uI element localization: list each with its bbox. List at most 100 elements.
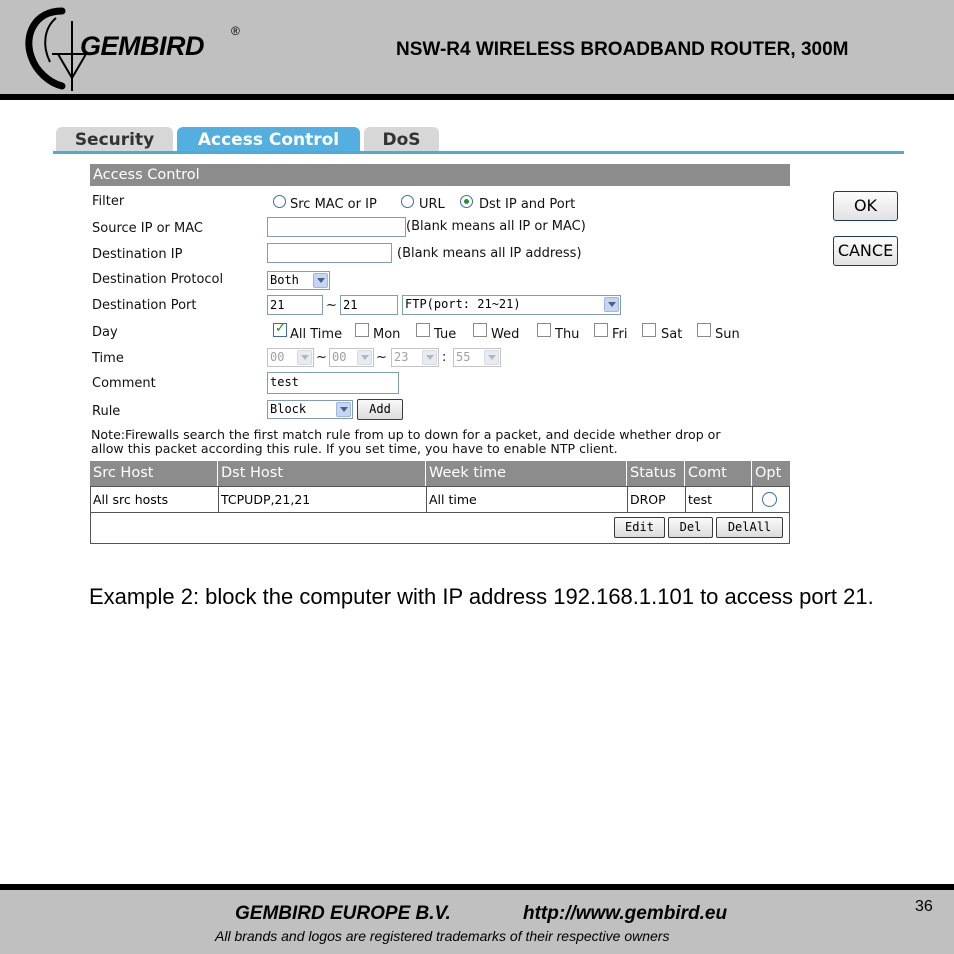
day-mon-checkbox[interactable] <box>355 323 369 337</box>
tabs-underline <box>53 151 904 154</box>
filter-dst-ip-port-label: Dst IP and Port <box>479 197 576 212</box>
table-divider <box>627 486 628 512</box>
day-sun-checkbox[interactable] <box>697 323 711 337</box>
edit-button[interactable]: Edit <box>614 517 665 538</box>
document-title: NSW-R4 WIRELESS BROADBAND ROUTER, 300M <box>396 39 849 60</box>
port-to-input[interactable]: 21 <box>340 295 398 315</box>
footer-trademark-note: All brands and logos are registered trad… <box>215 928 670 944</box>
table-cell-status: DROP <box>630 492 666 507</box>
day-tue-label: Tue <box>434 327 457 342</box>
col-dst-host: Dst Host <box>218 461 426 486</box>
row-select-radio[interactable] <box>762 492 777 507</box>
filter-url-label: URL <box>419 197 445 212</box>
table-cell-src-host: All src hosts <box>93 492 169 507</box>
day-thu-label: Thu <box>555 327 580 342</box>
time-label: Time <box>92 351 124 366</box>
day-fri-checkbox[interactable] <box>594 323 608 337</box>
dest-protocol-label: Destination Protocol <box>92 272 224 287</box>
table-cell-comment: test <box>688 492 713 507</box>
delete-all-button[interactable]: DelAll <box>716 517 783 538</box>
firewall-note-line1: Note:Firewalls search the first match ru… <box>91 427 721 442</box>
ok-button[interactable]: OK <box>833 191 898 221</box>
time-end-hour-value: 23 <box>394 350 409 364</box>
chevron-down-icon <box>604 297 619 312</box>
time-end-minute-select[interactable]: 55 <box>453 348 501 367</box>
dest-ip-hint: (Blank means all IP address) <box>397 246 582 261</box>
chevron-down-icon <box>297 350 312 365</box>
table-cell-dst-host: TCPUDP,21,21 <box>221 492 311 507</box>
tab-access-control[interactable]: Access Control <box>177 127 360 152</box>
time-end-minute-value: 55 <box>456 350 471 364</box>
chevron-down-icon <box>422 350 437 365</box>
day-label: Day <box>92 325 118 340</box>
time-start-hour-value: 00 <box>270 350 285 364</box>
day-fri-label: Fri <box>612 327 628 342</box>
port-preset-select[interactable]: FTP(port: 21~21) <box>402 295 621 315</box>
time-end-hour-select[interactable]: 23 <box>391 348 439 367</box>
filter-url-radio[interactable] <box>401 195 414 208</box>
add-button[interactable]: Add <box>357 399 403 420</box>
day-all-time-checkbox[interactable] <box>273 321 287 337</box>
comment-label: Comment <box>92 376 156 391</box>
source-ip-mac-input[interactable] <box>267 217 406 237</box>
day-wed-checkbox[interactable] <box>473 323 487 337</box>
col-status: Status <box>627 461 685 486</box>
rule-label: Rule <box>92 404 121 419</box>
time-separator: ~ <box>376 350 387 365</box>
source-hint: (Blank means all IP or MAC) <box>406 219 586 234</box>
port-range-separator: ~ <box>326 298 337 313</box>
chevron-down-icon <box>484 350 499 365</box>
day-sat-checkbox[interactable] <box>642 323 656 337</box>
col-src-host: Src Host <box>90 461 218 486</box>
time-separator: ~ <box>316 350 327 365</box>
panel-title: Access Control <box>90 164 790 186</box>
tab-dos[interactable]: DoS <box>364 127 439 152</box>
table-divider <box>218 486 219 512</box>
time-start-minute-select[interactable]: 00 <box>329 348 374 367</box>
example-text: Example 2: block the computer with IP ad… <box>89 584 874 609</box>
chevron-down-icon <box>336 402 351 417</box>
port-preset-value: FTP(port: 21~21) <box>405 297 521 311</box>
page-number: 36 <box>915 898 933 915</box>
time-start-minute-value: 00 <box>332 350 347 364</box>
protocol-select[interactable]: Both <box>267 271 330 290</box>
firewall-note-line2: allow this packet according this rule. I… <box>91 441 618 456</box>
table-divider <box>90 512 790 513</box>
table-divider <box>685 486 686 512</box>
day-sun-label: Sun <box>715 327 740 342</box>
comment-input[interactable]: test <box>267 372 399 394</box>
table-divider <box>752 486 753 512</box>
rule-value: Block <box>270 402 307 416</box>
time-colon: : <box>442 350 447 365</box>
delete-button[interactable]: Del <box>668 517 713 538</box>
day-all-time-label: All Time <box>290 327 343 342</box>
footer-url[interactable]: http://www.gembird.eu <box>523 903 727 925</box>
cancel-button[interactable]: CANCE <box>833 236 898 266</box>
filter-src-mac-radio[interactable] <box>273 195 286 208</box>
day-mon-label: Mon <box>373 327 401 342</box>
day-wed-label: Wed <box>491 327 520 342</box>
col-comt: Comt <box>685 461 752 486</box>
filter-label: Filter <box>92 194 125 209</box>
logo-wordmark: GEMBIRD <box>80 31 205 61</box>
time-start-hour-select[interactable]: 00 <box>267 348 314 367</box>
filter-dst-ip-port-radio[interactable] <box>460 195 473 208</box>
example-paragraph: Example 2: block the computer with IP ad… <box>53 582 901 611</box>
protocol-value: Both <box>270 273 299 287</box>
port-from-input[interactable]: 21 <box>267 295 323 315</box>
col-opt: Opt <box>752 461 790 486</box>
chevron-down-icon <box>357 350 372 365</box>
chevron-down-icon <box>313 273 328 288</box>
rule-select[interactable]: Block <box>267 400 353 419</box>
filter-src-mac-label: Src MAC or IP <box>290 197 377 212</box>
day-tue-checkbox[interactable] <box>416 323 430 337</box>
dest-ip-label: Destination IP <box>92 247 183 262</box>
footer-company: GEMBIRD EUROPE B.V. <box>235 903 451 924</box>
source-label: Source IP or MAC <box>92 221 203 236</box>
dest-ip-input[interactable] <box>267 243 392 263</box>
dest-port-label: Destination Port <box>92 298 197 313</box>
registered-mark: ® <box>231 24 240 38</box>
day-thu-checkbox[interactable] <box>537 323 551 337</box>
tab-security[interactable]: Security <box>56 127 173 152</box>
col-week-time: Week time <box>426 461 627 486</box>
